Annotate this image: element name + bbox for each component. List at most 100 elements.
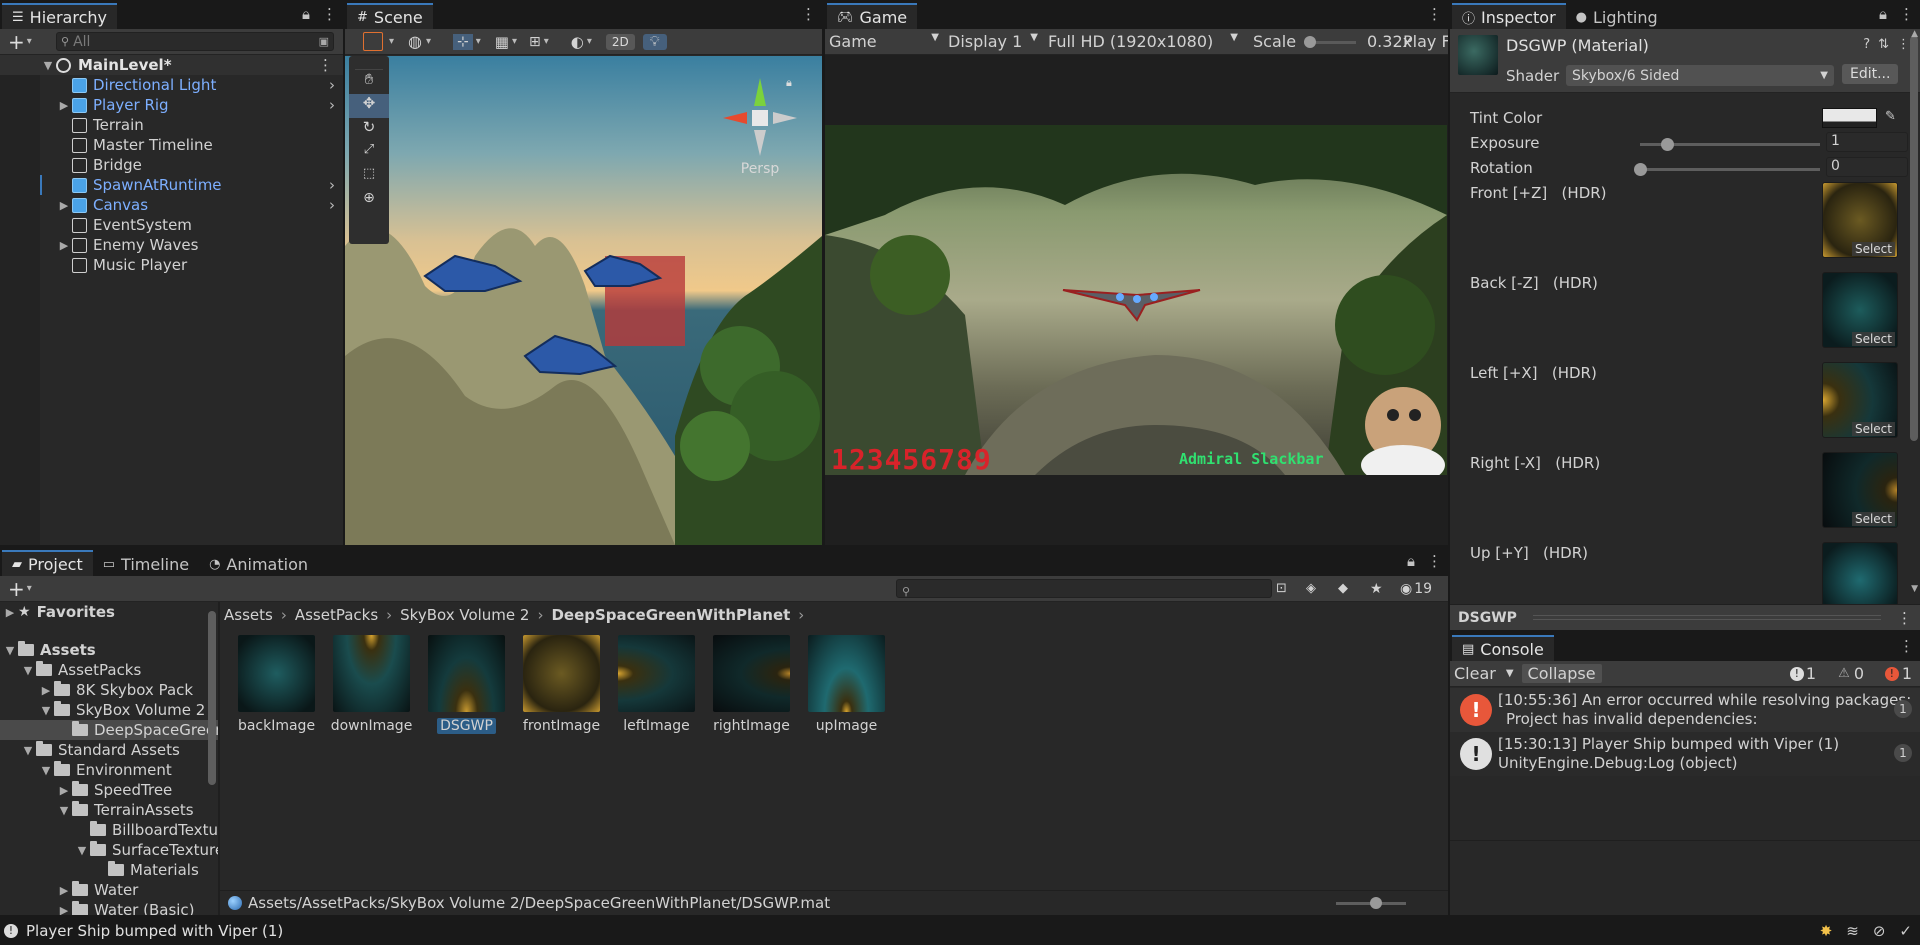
- select-texture-button[interactable]: Select: [1851, 422, 1895, 436]
- tab-hierarchy[interactable]: ☰ Hierarchy: [2, 3, 117, 29]
- tint-color-swatch[interactable]: [1822, 108, 1877, 128]
- gizmo-lock-icon[interactable]: 🔒︎: [786, 76, 792, 90]
- hierarchy-item[interactable]: ▶ Enemy Waves: [0, 235, 343, 255]
- icon-size-slider[interactable]: [1336, 897, 1406, 909]
- project-tree-item[interactable]: ▼ TerrainAssets: [0, 800, 218, 820]
- scene-gizmo[interactable]: Persp: [705, 68, 815, 188]
- search-filter-icon[interactable]: ▣: [319, 35, 329, 48]
- texture-slot-thumbnail[interactable]: Select: [1822, 452, 1898, 528]
- console-entry[interactable]: ! [10:55:36] An error occurred while res…: [1450, 688, 1920, 732]
- project-tree-item[interactable]: ▼ Standard Assets: [0, 740, 218, 760]
- play-focused-dropdown[interactable]: Play F: [1403, 32, 1448, 51]
- chevron-down-icon[interactable]: ▾: [512, 36, 517, 47]
- asset-label[interactable]: frontImage: [514, 718, 609, 734]
- select-texture-button[interactable]: Select: [1851, 332, 1895, 346]
- clear-button[interactable]: Clear: [1454, 664, 1496, 683]
- asset-label[interactable]: downImage: [324, 718, 419, 734]
- error-count-toggle[interactable]: ! 1: [1884, 664, 1912, 683]
- chevron-down-icon[interactable]: ▾: [544, 36, 549, 47]
- lock-icon[interactable]: 🔒︎: [1407, 552, 1415, 570]
- rect-tool-icon[interactable]: ⬚: [349, 166, 389, 190]
- help-icon[interactable]: ?: [1863, 37, 1870, 52]
- scale-slider-thumb[interactable]: [1304, 36, 1316, 48]
- chevron-right-icon[interactable]: ›: [329, 176, 335, 194]
- tab-game[interactable]: 🎮︎ Game: [827, 3, 918, 29]
- hierarchy-item[interactable]: SpawnAtRuntime ›: [0, 175, 343, 195]
- chevron-right-icon[interactable]: ›: [329, 196, 335, 214]
- project-tree-item[interactable]: ▶ Water: [0, 880, 218, 900]
- chevron-right-icon[interactable]: ›: [329, 96, 335, 114]
- lock-icon[interactable]: 🔒︎: [1879, 5, 1887, 23]
- texture-asset-thumbnail[interactable]: [333, 635, 410, 712]
- display-dropdown[interactable]: Display 1 ▼: [948, 32, 1038, 51]
- check-circle-icon[interactable]: ✓: [1899, 922, 1912, 940]
- kebab-menu-icon[interactable]: ⋮: [1899, 5, 1914, 23]
- asset-label[interactable]: backImage: [229, 718, 324, 734]
- project-tree-item[interactable]: Materials: [0, 860, 218, 880]
- hidden-packages-toggle[interactable]: ◉ 19: [1400, 581, 1432, 597]
- preview-grip[interactable]: [1532, 615, 1881, 620]
- layers-icon[interactable]: ≋: [1846, 922, 1859, 940]
- project-search-input[interactable]: ⚲: [896, 579, 1272, 598]
- lighting-toggle-button[interactable]: 💡︎: [642, 33, 667, 50]
- chevron-down-icon[interactable]: ▾: [587, 36, 592, 47]
- project-tree-item[interactable]: ▶ 8K Skybox Pack: [0, 680, 218, 700]
- info-count-toggle[interactable]: ! 1: [1789, 664, 1816, 683]
- project-tree-item[interactable]: ▶ Water (Basic): [0, 900, 218, 915]
- texture-slot-thumbnail[interactable]: Select: [1822, 182, 1898, 258]
- tab-timeline[interactable]: ▭ Timeline: [92, 550, 200, 576]
- scene-viewport[interactable]: ✋︎ ✥ ↻ ⤢ ⬚ ⊕ Persp 🔒︎: [345, 56, 822, 545]
- gizmo-snap-button[interactable]: ⊹: [453, 33, 473, 50]
- draw-mode-button[interactable]: [363, 32, 383, 51]
- texture-asset-thumbnail[interactable]: [523, 635, 600, 712]
- shading-mode-icon[interactable]: ◐: [571, 33, 584, 51]
- breadcrumb-item[interactable]: Assets: [224, 606, 273, 624]
- kebab-menu-icon[interactable]: ⋮: [1427, 552, 1442, 570]
- lighting-bake-icon[interactable]: ✸: [1820, 922, 1833, 940]
- tab-lighting[interactable]: ● Lighting: [1565, 3, 1668, 29]
- kebab-menu-icon[interactable]: ⋮: [1897, 609, 1912, 627]
- breadcrumb-item[interactable]: SkyBox Volume 2: [400, 606, 529, 624]
- asset-label[interactable]: DSGWP: [419, 718, 514, 734]
- hierarchy-item[interactable]: ▶ Player Rig ›: [0, 95, 343, 115]
- projection-label[interactable]: Persp: [705, 161, 815, 177]
- toggle-2d-button[interactable]: 2D: [605, 33, 635, 50]
- expand-arrow-icon[interactable]: ▼: [40, 59, 56, 72]
- preset-icon[interactable]: ⇅: [1878, 37, 1889, 52]
- breadcrumb-item[interactable]: DeepSpaceGreenWithPlanet: [551, 606, 790, 624]
- tab-console[interactable]: ▤ Console: [1452, 635, 1554, 661]
- kebab-menu-icon[interactable]: ⋮: [1899, 637, 1914, 655]
- hand-tool-icon[interactable]: ✋︎: [349, 70, 389, 94]
- transform-tool-icon[interactable]: ⊕: [349, 190, 389, 214]
- warning-count-toggle[interactable]: ⚠ 0: [1838, 664, 1864, 683]
- expand-arrow-icon[interactable]: ▶: [2, 606, 18, 619]
- expand-arrow-icon[interactable]: ▼: [2, 644, 18, 657]
- project-tree-item[interactable]: ▼ Assets: [0, 640, 218, 660]
- chevron-down-icon[interactable]: ▾: [389, 36, 394, 47]
- inspector-scrollbar[interactable]: [1910, 36, 1918, 441]
- texture-asset-thumbnail[interactable]: [808, 635, 885, 712]
- search-by-type-icon[interactable]: ⊡: [1276, 581, 1287, 596]
- rotate-tool-icon[interactable]: ↻: [349, 118, 389, 142]
- hierarchy-item[interactable]: Music Player: [0, 255, 343, 275]
- select-texture-button[interactable]: Select: [1851, 242, 1895, 256]
- texture-asset-thumbnail[interactable]: [713, 635, 790, 712]
- icon-size-slider-thumb[interactable]: [1370, 897, 1382, 909]
- hierarchy-item[interactable]: EventSystem: [0, 215, 343, 235]
- texture-slot-thumbnail[interactable]: Select: [1822, 272, 1898, 348]
- hierarchy-item[interactable]: ▶ Canvas ›: [0, 195, 343, 215]
- tab-project[interactable]: ▰ Project: [2, 550, 93, 576]
- rotation-slider[interactable]: [1634, 163, 1820, 176]
- project-tree-item[interactable]: ▼ AssetPacks: [0, 660, 218, 680]
- game-viewport[interactable]: 123456789 Admiral Slackbar: [825, 125, 1447, 475]
- search-by-label-icon[interactable]: ◈: [1306, 581, 1316, 596]
- console-detail-divider[interactable]: [1450, 840, 1920, 841]
- exposure-slider[interactable]: [1640, 138, 1820, 151]
- project-tree-item[interactable]: ▼ Environment: [0, 760, 218, 780]
- hierarchy-item[interactable]: Directional Light ›: [0, 75, 343, 95]
- breadcrumb-item[interactable]: AssetPacks: [295, 606, 378, 624]
- expand-arrow-icon[interactable]: ▼: [74, 844, 90, 857]
- expand-arrow-icon[interactable]: ▶: [56, 904, 72, 916]
- tab-scene[interactable]: # Scene: [347, 3, 433, 29]
- texture-slot-thumbnail[interactable]: Select: [1822, 362, 1898, 438]
